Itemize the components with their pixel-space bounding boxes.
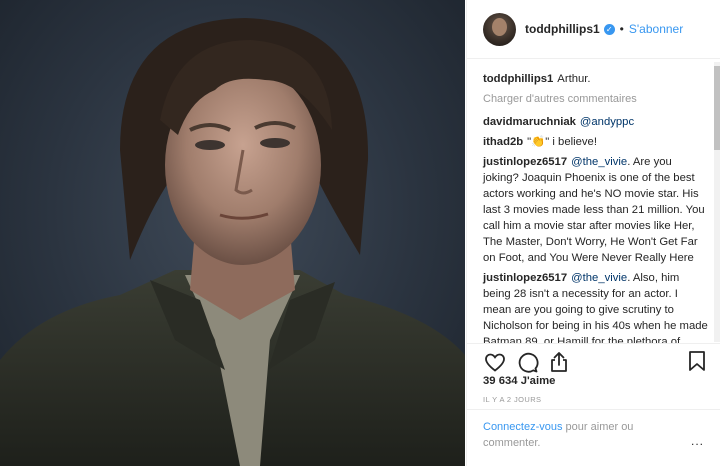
load-more-comments-link[interactable]: Charger d'autres commentaires	[483, 93, 711, 105]
caption: toddphillips1 Arthur.	[483, 71, 709, 87]
comments-list: toddphillips1 Arthur. Charger d'autres co…	[467, 60, 711, 343]
bookmark-icon[interactable]	[685, 349, 709, 373]
comment-bubble-icon[interactable]	[515, 350, 539, 374]
login-prompt: Connectez-vous pour aimer ou commenter.	[467, 409, 720, 466]
comment-username[interactable]: toddphillips1	[483, 73, 553, 85]
comment-mention[interactable]: @the_vivie	[571, 156, 627, 168]
login-link[interactable]: Connectez-vous	[483, 421, 563, 433]
share-icon[interactable]	[547, 350, 571, 374]
comment-item: davidmaruchniak @andyppc	[483, 114, 709, 130]
comment-text: Arthur.	[557, 73, 591, 85]
likes-count[interactable]: 39 634 J'aime	[483, 375, 555, 387]
comment-username[interactable]: justinlopez6517	[483, 156, 567, 168]
comment-text: "👏" i believe!	[527, 136, 597, 148]
heart-icon[interactable]	[483, 350, 507, 374]
comment-username[interactable]: davidmaruchniak	[483, 116, 576, 128]
separator-dot: •	[619, 22, 624, 36]
avatar[interactable]	[483, 12, 516, 46]
post-header: toddphillips1 ✓ • S'abonner	[467, 0, 720, 59]
post-timestamp[interactable]: IL Y A 2 JOURS	[483, 395, 541, 404]
portrait-image	[0, 18, 465, 466]
comment-text: . Are you joking? Joaquin Phoenix is one…	[483, 156, 705, 264]
comment-mention[interactable]: @andyppc	[580, 116, 634, 128]
comment-username[interactable]: justinlopez6517	[483, 272, 567, 284]
post-actions	[467, 343, 720, 379]
post-sidebar: toddphillips1 ✓ • S'abonner toddphillips…	[466, 0, 720, 466]
scrollbar-thumb[interactable]	[714, 66, 720, 150]
comment-mention[interactable]: @the_vivie	[571, 272, 627, 284]
comment-username[interactable]: ithad2b	[483, 136, 523, 148]
post-photo[interactable]	[0, 0, 465, 466]
comment-item: justinlopez6517 @the_vivie. Are you jokin…	[483, 154, 709, 266]
verified-badge-icon: ✓	[603, 23, 615, 35]
comment-item: ithad2b "👏" i believe!	[483, 134, 709, 150]
comments-scrollbar[interactable]	[714, 62, 720, 342]
comment-item: justinlopez6517 @the_vivie. Also, him bei…	[483, 270, 709, 343]
follow-button[interactable]: S'abonner	[629, 22, 683, 36]
more-options-icon[interactable]: ...	[691, 434, 704, 448]
username-link[interactable]: toddphillips1	[525, 22, 600, 36]
